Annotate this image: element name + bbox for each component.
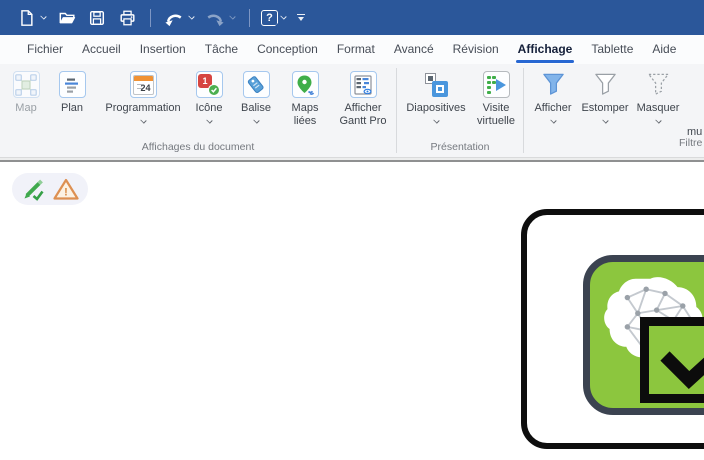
ribbon-group-filtre: Afficher Estomper Masquer bbox=[524, 64, 684, 157]
status-pill: ! bbox=[12, 173, 88, 205]
chevron-down-icon bbox=[140, 117, 146, 123]
help-button[interactable]: ? bbox=[261, 10, 278, 26]
ribbon-button-map[interactable]: Map bbox=[6, 71, 46, 141]
group-label-presentation: Présentation bbox=[397, 141, 523, 157]
mind-map-icon bbox=[13, 71, 40, 98]
partial-button-label[interactable]: mu bbox=[687, 126, 702, 139]
ribbon-button-balise[interactable]: Balise bbox=[232, 71, 280, 141]
tab-conception[interactable]: Conception bbox=[257, 35, 318, 64]
tab-tablette[interactable]: Tablette bbox=[591, 35, 633, 64]
new-document-button[interactable] bbox=[14, 6, 38, 30]
ribbon-tab-bar: Fichier Accueil Insertion Tâche Concepti… bbox=[0, 35, 704, 64]
redo-button[interactable] bbox=[203, 6, 227, 30]
calendar-icon: 24 bbox=[130, 71, 157, 98]
undo-icon bbox=[164, 9, 184, 27]
button-label: Masquer bbox=[637, 102, 680, 115]
open-icon bbox=[58, 9, 77, 27]
ribbon-button-icone[interactable]: 1 Icône bbox=[186, 71, 232, 141]
toolbar-separator bbox=[249, 9, 250, 27]
tag-icon bbox=[243, 71, 270, 98]
ribbon-button-visite-virtuelle[interactable]: Visite virtuelle bbox=[469, 71, 523, 141]
open-button[interactable] bbox=[55, 6, 79, 30]
button-label: Afficher bbox=[534, 102, 571, 115]
ribbon-button-plan[interactable]: Plan bbox=[50, 71, 94, 141]
chevron-down-icon[interactable] bbox=[229, 13, 235, 19]
calendar-day-label: 24 bbox=[140, 83, 150, 93]
button-label-line2: virtuelle bbox=[477, 115, 515, 128]
button-label: Maps bbox=[292, 102, 319, 115]
brain-checkmark-app-icon bbox=[583, 255, 704, 415]
tab-revision[interactable]: Révision bbox=[453, 35, 499, 64]
document-canvas[interactable]: ! bbox=[0, 162, 704, 460]
ribbon: Map Plan 24 bbox=[0, 64, 704, 157]
ribbon-group-affichages-du-document: Map Plan 24 bbox=[0, 64, 396, 157]
ribbon-button-afficher-gantt-pro[interactable]: Afficher Gantt Pro bbox=[330, 71, 396, 141]
chevron-down-icon[interactable] bbox=[280, 13, 286, 19]
group-label-filtre: Filtre bbox=[679, 137, 702, 153]
customize-toolbar-button[interactable] bbox=[297, 14, 305, 22]
chevron-down-icon bbox=[433, 117, 439, 123]
tab-fichier[interactable]: Fichier bbox=[27, 35, 63, 64]
button-label: Balise bbox=[241, 102, 271, 115]
warning-mark: ! bbox=[64, 187, 68, 199]
ribbon-group-presentation: Diapositives Visite virtuelle bbox=[397, 64, 523, 157]
save-icon bbox=[88, 9, 106, 27]
badge-number: 1 bbox=[202, 76, 207, 86]
save-button[interactable] bbox=[85, 6, 109, 30]
print-icon bbox=[118, 9, 137, 27]
filter-hide-icon bbox=[645, 71, 672, 98]
new-document-icon bbox=[17, 9, 35, 27]
toolbar-separator bbox=[150, 9, 151, 27]
button-label: Diapositives bbox=[406, 102, 465, 115]
print-button[interactable] bbox=[115, 6, 139, 30]
chevron-down-icon bbox=[550, 117, 556, 123]
tab-affichage[interactable]: Affichage bbox=[518, 35, 573, 64]
chevron-down-icon bbox=[253, 117, 259, 123]
tab-avance[interactable]: Avancé bbox=[394, 35, 434, 64]
quick-access-toolbar: ? bbox=[14, 6, 305, 30]
chevron-down-icon bbox=[655, 117, 661, 123]
help-glyph: ? bbox=[266, 12, 273, 24]
button-label: Estomper bbox=[581, 102, 628, 115]
tab-aide[interactable]: Aide bbox=[652, 35, 676, 64]
virtual-tour-icon bbox=[483, 71, 510, 98]
ribbon-button-filtre-afficher[interactable]: Afficher bbox=[528, 71, 578, 157]
linked-maps-icon bbox=[292, 71, 319, 98]
filter-dim-icon bbox=[592, 71, 619, 98]
grammar-pen-check-icon[interactable] bbox=[21, 176, 47, 202]
button-label: Plan bbox=[61, 102, 83, 115]
gantt-pro-icon bbox=[350, 71, 377, 98]
button-label-line2: liées bbox=[294, 115, 317, 128]
undo-button[interactable] bbox=[162, 6, 186, 30]
customize-toolbar-icon bbox=[297, 14, 305, 16]
button-label: Icône bbox=[196, 102, 223, 115]
ribbon-button-filtre-estomper[interactable]: Estomper bbox=[578, 71, 632, 157]
warning-triangle-icon[interactable]: ! bbox=[53, 177, 79, 201]
chevron-down-icon bbox=[206, 117, 212, 123]
outline-icon bbox=[59, 71, 86, 98]
checkmark-box-icon bbox=[640, 317, 704, 403]
tab-accueil[interactable]: Accueil bbox=[82, 35, 121, 64]
button-label: Afficher bbox=[344, 102, 381, 115]
chevron-down-icon[interactable] bbox=[40, 13, 46, 19]
tab-format[interactable]: Format bbox=[337, 35, 375, 64]
tab-tache[interactable]: Tâche bbox=[205, 35, 238, 64]
ribbon-button-maps-liees[interactable]: Maps liées bbox=[280, 71, 330, 141]
button-label-line2: Gantt Pro bbox=[339, 115, 386, 128]
slides-icon bbox=[423, 71, 450, 98]
button-label: Visite bbox=[483, 102, 510, 115]
button-label: Map bbox=[15, 102, 36, 115]
ribbon-button-diapositives[interactable]: Diapositives bbox=[403, 71, 469, 141]
ribbon-button-programmation[interactable]: 24 Programmation bbox=[100, 71, 186, 141]
chevron-down-icon bbox=[602, 117, 608, 123]
redo-icon bbox=[205, 9, 225, 27]
chevron-down-icon[interactable] bbox=[188, 13, 194, 19]
filter-show-icon bbox=[540, 71, 567, 98]
numbered-icon-badge-icon: 1 bbox=[196, 71, 223, 98]
button-label: Programmation bbox=[105, 102, 180, 115]
titlebar: ? bbox=[0, 0, 704, 35]
ribbon-button-filtre-masquer[interactable]: Masquer bbox=[632, 71, 684, 157]
group-label-affichages: Affichages du document bbox=[0, 141, 396, 157]
tab-insertion[interactable]: Insertion bbox=[140, 35, 186, 64]
